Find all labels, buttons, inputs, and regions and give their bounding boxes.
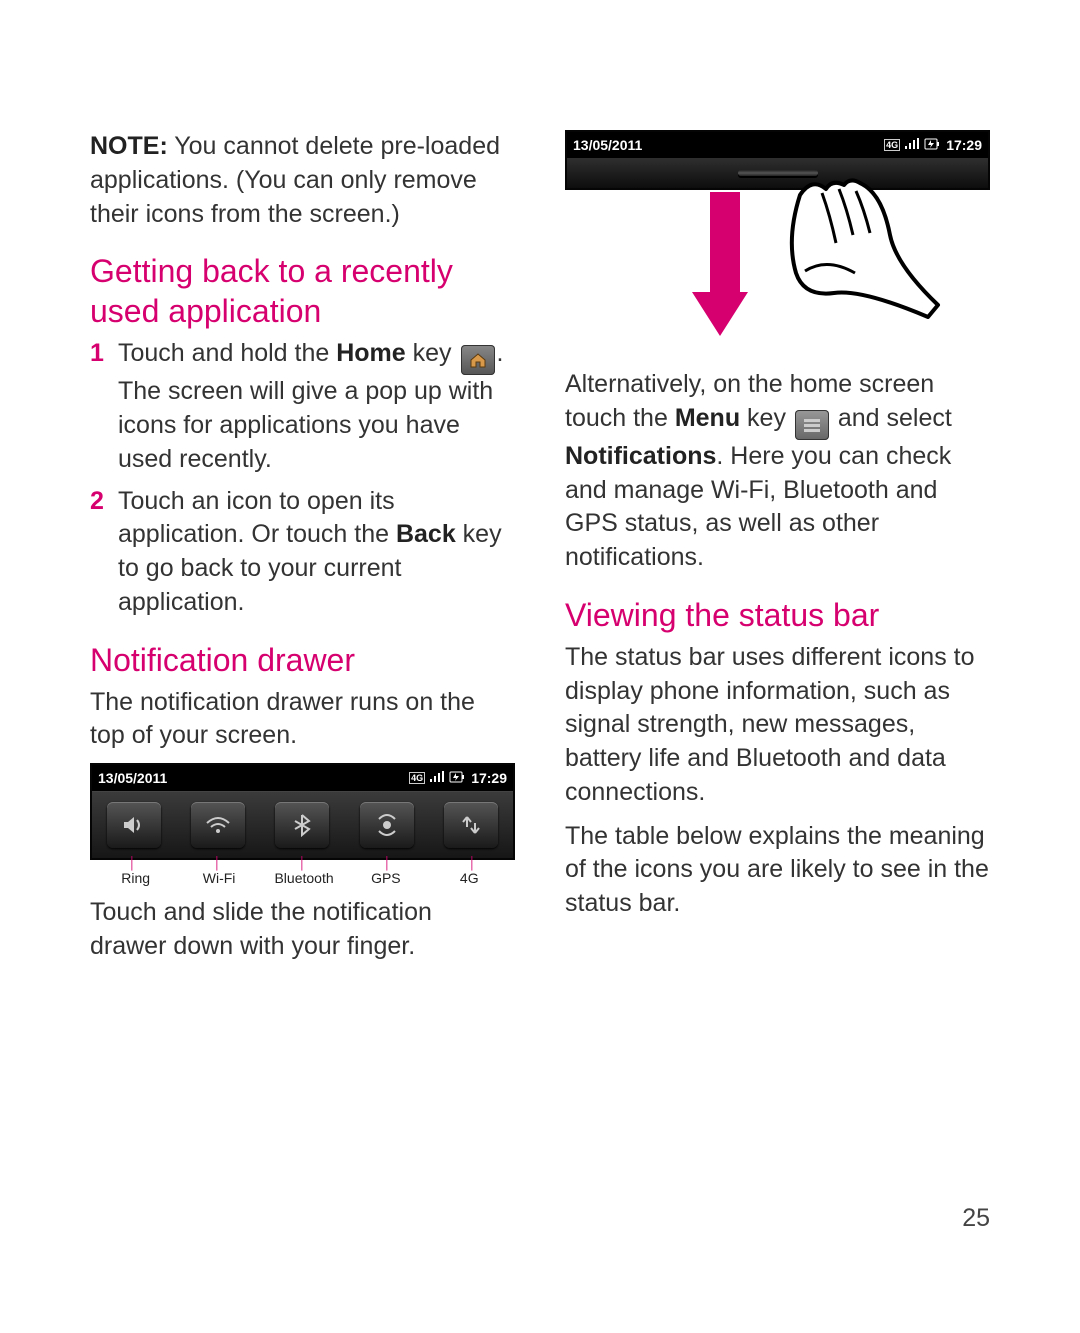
back-key-label: Back	[396, 520, 456, 548]
battery-charging-icon	[449, 770, 465, 786]
viewing-p1: The status bar uses different icons to d…	[565, 641, 990, 810]
left-column: NOTE: You cannot delete pre-loaded appli…	[90, 130, 515, 974]
page-number: 25	[962, 1204, 990, 1233]
step-2: 2 Touch an icon to open its application.…	[90, 485, 515, 620]
viewing-p2: The table below explains the meaning of …	[565, 820, 990, 921]
status-bar: 13/05/2011 4G 17:29	[92, 765, 513, 791]
fourg-icon: 4G	[409, 772, 425, 784]
label-bluetooth: Bluetooth	[274, 870, 330, 886]
drawer-intro: The notification drawer runs on the top …	[90, 686, 515, 754]
label-gps: GPS	[358, 870, 414, 886]
status-time: 17:29	[946, 137, 982, 153]
swipe-arrow-icon	[705, 192, 745, 342]
step-1: 1 Touch and hold the Home key . The scre…	[90, 337, 515, 476]
alt-paragraph: Alternatively, on the home screen touch …	[565, 368, 990, 575]
right-column: 13/05/2011 4G 17:29	[565, 130, 990, 974]
label-4g: 4G	[441, 870, 497, 886]
note-paragraph: NOTE: You cannot delete pre-loaded appli…	[90, 130, 515, 231]
heading-viewing-status-bar: Viewing the status bar	[565, 595, 990, 635]
drawer-outro: Touch and slide the notification drawer …	[90, 896, 515, 964]
heading-notification-drawer: Notification drawer	[90, 640, 515, 680]
fourg-toggle	[444, 802, 498, 848]
label-wifi: Wi-Fi	[191, 870, 247, 886]
bluetooth-toggle	[275, 802, 329, 848]
heading-recent-apps: Getting back to a recently used applicat…	[90, 251, 515, 331]
step-number: 2	[90, 485, 108, 620]
step-2-body: Touch an icon to open its application. O…	[118, 485, 515, 620]
hand-pointing-icon	[765, 175, 945, 355]
quick-settings-row	[92, 791, 513, 858]
manual-page: NOTE: You cannot delete pre-loaded appli…	[0, 0, 1080, 1333]
wifi-toggle	[191, 802, 245, 848]
status-bar: 13/05/2011 4G 17:29	[567, 132, 988, 158]
notifications-label: Notifications	[565, 442, 716, 470]
fourg-icon: 4G	[884, 139, 900, 151]
signal-icon	[429, 770, 445, 786]
menu-key-label: Menu	[675, 404, 740, 432]
menu-icon	[795, 410, 829, 440]
battery-charging-icon	[924, 137, 940, 153]
step-1-body: Touch and hold the Home key . The screen…	[118, 337, 515, 476]
note-label: NOTE:	[90, 132, 168, 160]
label-ring: Ring	[108, 870, 164, 886]
quick-label-ticks: │││││	[90, 860, 515, 866]
step-number: 1	[90, 337, 108, 476]
home-icon	[461, 345, 495, 375]
home-key-label: Home	[336, 339, 405, 367]
two-column-layout: NOTE: You cannot delete pre-loaded appli…	[90, 130, 990, 974]
notification-drawer-figure: 13/05/2011 4G 17:29	[90, 763, 515, 860]
swipe-down-figure: 13/05/2011 4G 17:29	[565, 130, 990, 350]
status-date: 13/05/2011	[98, 770, 167, 786]
status-date: 13/05/2011	[573, 137, 642, 153]
status-time: 17:29	[471, 770, 507, 786]
quick-labels: Ring Wi-Fi Bluetooth GPS 4G	[90, 866, 515, 896]
gps-toggle	[360, 802, 414, 848]
ring-toggle	[107, 802, 161, 848]
signal-icon	[904, 137, 920, 153]
